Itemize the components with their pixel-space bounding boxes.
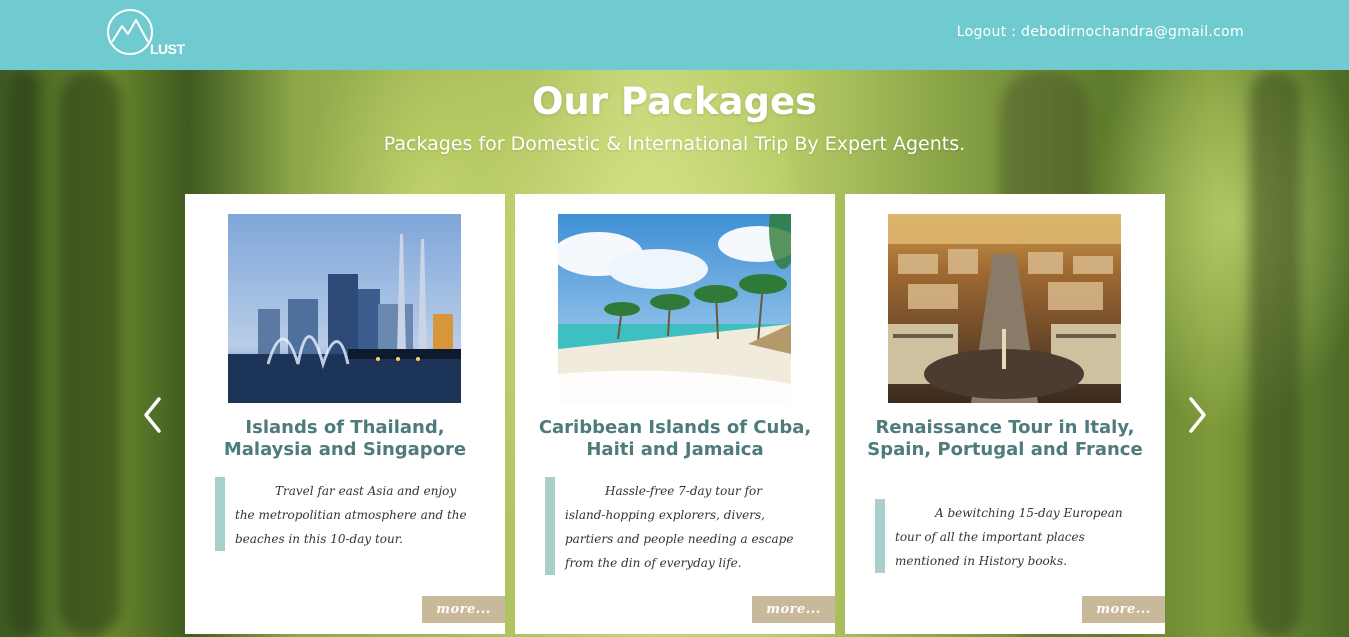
package-description: A bewitching 15-day European tour of all… — [895, 506, 1123, 568]
chevron-right-icon — [1189, 397, 1206, 433]
more-button[interactable]: more... — [1082, 596, 1165, 623]
package-card: Caribbean Islands of Cuba, Haiti and Jam… — [515, 194, 835, 634]
user-email: debodirnochandra@gmail.com — [1021, 24, 1244, 40]
chevron-left-icon — [144, 397, 161, 433]
package-title: Caribbean Islands of Cuba, Haiti and Jam… — [538, 417, 812, 460]
more-button[interactable]: more... — [752, 596, 835, 623]
package-card: Islands of Thailand, Malaysia and Singap… — [185, 194, 505, 634]
package-description-block: Hassle-free 7-day tour for island-hoppin… — [545, 477, 805, 575]
page-title: Our Packages — [531, 80, 818, 123]
page-subtitle: Packages for Domestic & International Tr… — [383, 133, 966, 155]
mountain-logo-icon — [107, 9, 153, 55]
logout-area: Logout : debodirnochandra@gmail.com — [957, 24, 1244, 40]
logout-link[interactable]: Logout : — [957, 24, 1017, 40]
package-description-block: A bewitching 15-day European tour of all… — [875, 499, 1135, 573]
package-title: Islands of Thailand, Malaysia and Singap… — [223, 417, 467, 460]
logo-text: LUST — [150, 41, 185, 57]
more-button[interactable]: more... — [422, 596, 505, 623]
site-logo[interactable]: LUST — [106, 8, 186, 62]
top-navbar: LUST Logout : debodirnochandra@gmail.com — [0, 0, 1349, 70]
package-image-vatican-square — [888, 214, 1121, 403]
package-description: Hassle-free 7-day tour for island-hoppin… — [565, 484, 794, 570]
package-description: Travel far east Asia and enjoy the metro… — [235, 484, 467, 546]
carousel-next-button[interactable] — [1182, 393, 1212, 437]
package-image-kuala-lumpur — [228, 214, 461, 403]
package-image-caribbean-beach — [558, 214, 791, 403]
carousel-prev-button[interactable] — [138, 393, 168, 437]
package-title: Renaissance Tour in Italy, Spain, Portug… — [867, 417, 1143, 460]
package-card: Renaissance Tour in Italy, Spain, Portug… — [845, 194, 1165, 634]
package-description-block: Travel far east Asia and enjoy the metro… — [215, 477, 475, 551]
